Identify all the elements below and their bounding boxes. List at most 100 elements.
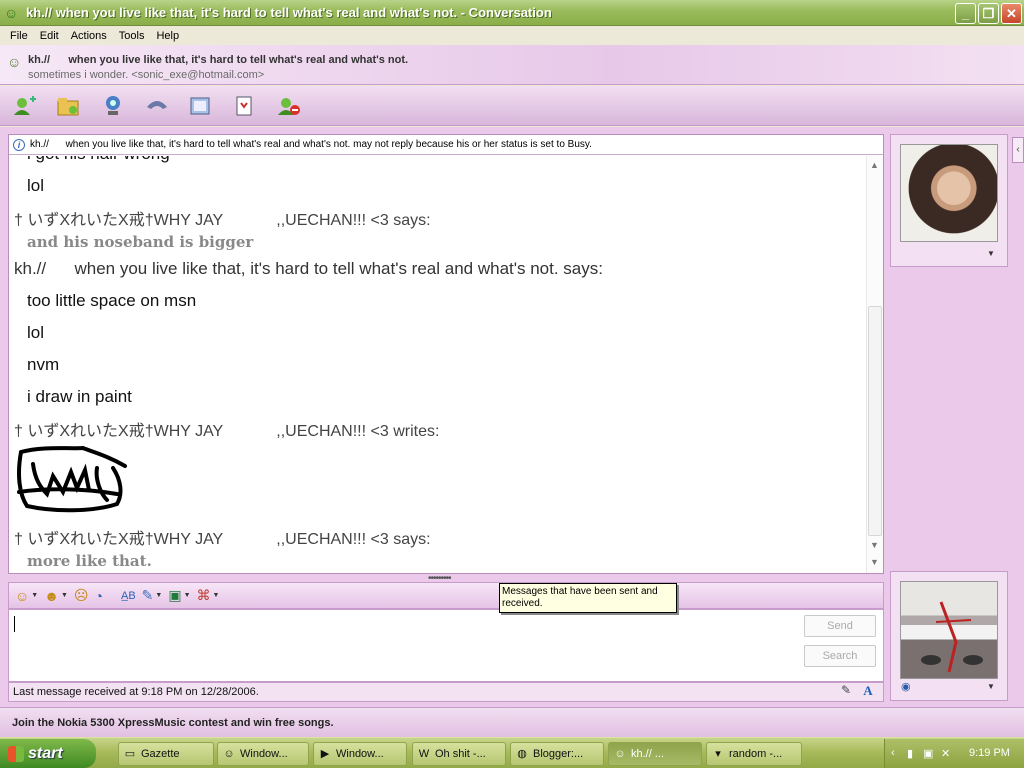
gift-icon[interactable]: ⌘ ▼ — [197, 587, 220, 604]
voice-clip-icon[interactable]: ◔ — [95, 588, 103, 604]
message-line: too little space on msn — [27, 291, 197, 310]
title-bar: ☺ kh.// when you live like that, it's ha… — [0, 0, 1024, 26]
volume-muted-icon[interactable]: ✕ — [941, 747, 950, 760]
task-label: Window... — [240, 748, 288, 760]
info-icon: i — [13, 138, 25, 151]
message-line: nvm — [27, 355, 60, 374]
scroll-thumb[interactable] — [868, 306, 882, 536]
word-icon: W — [418, 748, 430, 760]
close-button[interactable]: ✕ — [1001, 3, 1022, 24]
menu-file[interactable]: File — [4, 30, 34, 42]
webcam-icon[interactable]: ◉ — [901, 680, 911, 693]
minimize-button[interactable]: _ — [955, 3, 976, 24]
nudge-icon[interactable]: ☹ — [74, 587, 89, 604]
windows-logo-icon — [8, 746, 24, 762]
contact-avatar[interactable] — [900, 144, 998, 242]
busy-notice-text: kh.// when you live like that, it's hard… — [30, 139, 592, 150]
sender-line: kh.// when you live like that, it's hard… — [14, 259, 603, 278]
task-label: Blogger:... — [533, 748, 584, 760]
task-label: Window... — [336, 748, 384, 760]
menu-tools[interactable]: Tools — [113, 30, 151, 42]
busy-notice: i kh.// when you live like that, it's ha… — [9, 135, 883, 155]
sender-line: † いずXれいたX戒†WHY JAY ,,UECHAN!!! <3 says: — [14, 212, 431, 229]
my-picture-frame: ◉ ▼ — [890, 571, 1008, 701]
conversation-header: ☺ kh.// when you live like that, it's ha… — [0, 45, 1024, 85]
task-label: Gazette — [141, 748, 180, 760]
taskbar-item-conversation[interactable]: ☺ kh.// ... — [608, 742, 702, 766]
activities-icon[interactable] — [186, 91, 216, 121]
wink-icon[interactable]: ☻ ▼ — [44, 588, 68, 604]
ink-drawing — [17, 445, 127, 513]
transcript[interactable]: i got his hair wrong lol † いずXれいたX戒†WHY … — [9, 156, 865, 573]
taskbar-item-gazette[interactable]: ▭ Gazette — [118, 742, 214, 766]
window-title: kh.// when you live like that, it's hard… — [26, 5, 552, 20]
messenger-buddy-icon: ☺ — [4, 4, 19, 21]
network-icon[interactable]: ▣ — [923, 747, 933, 760]
contact-picture-frame: ▼ — [890, 134, 1008, 267]
last-message-status: Last message received at 9:18 PM on 12/2… — [8, 682, 884, 702]
task-label: random -... — [729, 748, 783, 760]
menu-edit[interactable]: Edit — [34, 30, 65, 42]
spellcheck-icon[interactable]: A̲B — [121, 590, 136, 602]
app-icon: ▾ — [715, 748, 721, 760]
message-line: more like that. — [27, 552, 152, 570]
maximize-button[interactable]: ❐ — [978, 3, 999, 24]
scroll-end-icon[interactable]: ▼ — [870, 557, 879, 567]
task-label: kh.// ... — [631, 748, 665, 760]
collapse-panel-icon[interactable]: ‹ — [1012, 137, 1024, 163]
handwriting-icon[interactable]: ✎ ▼ — [142, 587, 163, 604]
signal-icon[interactable]: ▮ — [907, 747, 913, 760]
message-line: i draw in paint — [27, 387, 132, 406]
message-line: lol — [27, 176, 45, 195]
chevron-down-icon[interactable]: ▼ — [987, 682, 995, 691]
invite-contact-icon[interactable] — [10, 91, 40, 121]
clock[interactable]: 9:19 PM — [969, 739, 1010, 768]
emoticon-icon[interactable]: ☺ ▼ — [15, 588, 38, 604]
start-label: start — [28, 745, 63, 762]
send-files-icon[interactable] — [54, 91, 84, 121]
send-button[interactable]: Send — [804, 615, 876, 637]
voice-call-icon[interactable] — [142, 91, 172, 121]
start-button[interactable]: start — [0, 739, 96, 768]
contact-personal-message: sometimes i wonder. <sonic_exe@hotmail.c… — [28, 69, 265, 81]
video-call-icon[interactable] — [98, 91, 128, 121]
ad-banner[interactable]: Join the Nokia 5300 XpressMusic contest … — [0, 707, 1024, 737]
menu-help[interactable]: Help — [150, 30, 185, 42]
firefox-icon: ◍ — [517, 748, 527, 760]
sender-line: † いずXれいたX戒†WHY JAY ,,UECHAN!!! <3 says: — [14, 531, 431, 548]
message-line: lol — [27, 323, 45, 342]
transcript-scrollbar[interactable]: ▲ ▼ ▼ — [866, 156, 883, 573]
background-icon[interactable]: ▣ ▼ — [168, 587, 190, 604]
folder-icon: ▭ — [124, 748, 136, 760]
taskbar-item-blogger[interactable]: ◍ Blogger:... — [510, 742, 604, 766]
taskbar: start ▭ Gazette ☺ Window... ▶ Window... W Oh… — [0, 737, 1024, 768]
games-icon[interactable] — [230, 91, 260, 121]
taskbar-item-random[interactable]: ▾ random -... — [706, 742, 802, 766]
tooltip: Messages that have been sent and receive… — [499, 583, 677, 613]
compose-toolbar: ☺ ▼ ☻ ▼ ☹ ◔ A̲B ✎ ▼ ▣ ▼ ⌘ ▼ — [8, 582, 884, 609]
sender-line: † いずXれいたX戒†WHY JAY ,,UECHAN!!! <3 writes… — [14, 423, 440, 440]
system-tray: ‹ ▮ ▣ ✕ 9:19 PM — [884, 739, 1024, 768]
taskbar-item-word[interactable]: W Oh shit -... — [412, 742, 506, 766]
taskbar-item-window-1[interactable]: ☺ Window... — [217, 742, 309, 766]
menu-actions[interactable]: Actions — [65, 30, 113, 42]
chevron-down-icon[interactable]: ▼ — [987, 249, 995, 258]
menu-bar: File Edit Actions Tools Help — [0, 26, 1024, 45]
message-history: i kh.// when you live like that, it's ha… — [8, 134, 884, 574]
scroll-down-icon[interactable]: ▼ — [870, 540, 879, 550]
conversation-body: i kh.// when you live like that, it's ha… — [0, 127, 1024, 707]
my-avatar[interactable] — [900, 581, 998, 679]
scroll-up-icon[interactable]: ▲ — [870, 160, 879, 170]
messenger-icon: ☺ — [223, 748, 235, 760]
type-mode-icon[interactable]: A — [858, 683, 878, 701]
message-line: i got his hair wrong — [27, 156, 170, 164]
block-icon[interactable] — [274, 91, 304, 121]
contact-status-icon: ☺ — [7, 54, 22, 70]
handwriting-mode-icon[interactable]: ✎ — [836, 683, 856, 701]
tray-expand-icon[interactable]: ‹ — [891, 747, 895, 759]
messenger-icon: ☺ — [614, 748, 626, 760]
message-line: and his noseband is bigger — [27, 233, 254, 251]
compose-input[interactable]: Send Search — [8, 609, 884, 682]
taskbar-item-window-2[interactable]: ▶ Window... — [313, 742, 407, 766]
search-button[interactable]: Search — [804, 645, 876, 667]
